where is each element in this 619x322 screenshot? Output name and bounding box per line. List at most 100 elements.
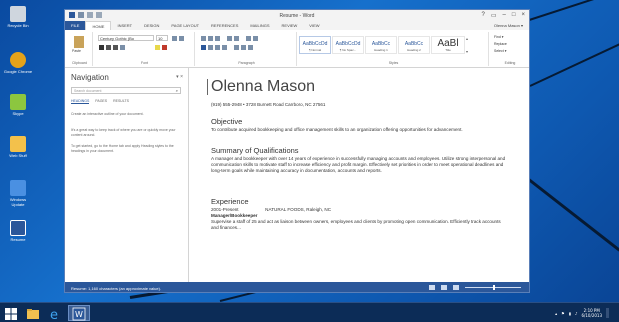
tab-insert[interactable]: INSERT bbox=[111, 21, 138, 30]
borders-icon[interactable] bbox=[248, 45, 253, 50]
navigation-help-text: Create an interactive outline of your do… bbox=[71, 112, 144, 116]
style-normal[interactable]: AaBbCcDd ¶ Normal bbox=[299, 36, 331, 54]
name-accent-bar bbox=[207, 79, 208, 95]
decrease-indent-icon[interactable] bbox=[227, 36, 232, 41]
italic-icon[interactable] bbox=[106, 45, 111, 50]
volume-icon[interactable]: ♪ bbox=[575, 311, 578, 316]
tab-file[interactable]: FILE bbox=[65, 21, 86, 30]
print-layout-icon[interactable] bbox=[441, 285, 447, 290]
user-account[interactable]: Olenna Mason ▾ bbox=[494, 23, 529, 28]
recycle-bin-icon bbox=[10, 6, 26, 22]
align-right-icon[interactable] bbox=[215, 45, 220, 50]
style-title[interactable]: AaBl Title bbox=[431, 36, 465, 54]
show-formatting-icon[interactable] bbox=[253, 36, 258, 41]
multilevel-list-icon[interactable] bbox=[215, 36, 220, 41]
tab-home[interactable]: HOME bbox=[85, 21, 112, 30]
help-button[interactable]: ? bbox=[482, 12, 485, 19]
desktop-icon-windows-update[interactable]: Windows Update bbox=[3, 180, 33, 207]
tab-pages[interactable]: PAGES bbox=[95, 99, 107, 104]
taskbar-internet-explorer[interactable]: e bbox=[48, 306, 62, 322]
justify-icon[interactable] bbox=[222, 45, 227, 50]
desktop-icon-label: Web Stuff bbox=[9, 153, 27, 158]
close-button[interactable]: × bbox=[521, 12, 525, 19]
read-mode-icon[interactable] bbox=[429, 285, 435, 290]
align-center-icon[interactable] bbox=[208, 45, 213, 50]
clock[interactable]: 2:10 PM 6/10/2013 bbox=[581, 308, 602, 318]
maximize-button[interactable]: □ bbox=[512, 12, 516, 19]
tab-page-layout[interactable]: PAGE LAYOUT bbox=[165, 21, 205, 30]
styles-scroll[interactable]: ▴ ▾ bbox=[466, 36, 474, 54]
ribbon-display-button[interactable]: ▭ bbox=[491, 12, 497, 19]
group-label: Editing bbox=[504, 61, 516, 65]
document-page[interactable]: Olenna Mason (919) 555-2948 • 3728 Burne… bbox=[199, 68, 529, 282]
select-button[interactable]: Select ▾ bbox=[494, 49, 506, 53]
shading-icon[interactable] bbox=[241, 45, 246, 50]
paste-icon[interactable] bbox=[74, 36, 84, 48]
desktop: Recycle Bin Google Chrome Skype Web Stuf… bbox=[0, 0, 619, 302]
chevron-up-icon[interactable]: ▴ bbox=[466, 36, 474, 41]
tab-references[interactable]: REFERENCES bbox=[205, 21, 244, 30]
window-controls: ? ▭ – □ × bbox=[482, 12, 526, 19]
navigation-search-input[interactable]: Search document ⌕ bbox=[71, 87, 181, 94]
paste-label[interactable]: Paste bbox=[72, 49, 81, 53]
close-icon[interactable]: ▾ × bbox=[176, 74, 183, 80]
tab-mailings[interactable]: MAILINGS bbox=[244, 21, 275, 30]
highlight-icon[interactable] bbox=[155, 45, 160, 50]
web-layout-icon[interactable] bbox=[453, 285, 459, 290]
desktop-icon-resume[interactable]: Resume bbox=[3, 220, 33, 242]
title-bar: Resume - Word ? ▭ – □ × bbox=[65, 10, 529, 21]
increase-indent-icon[interactable] bbox=[234, 36, 239, 41]
style-heading-2[interactable]: AaBbCc Heading 2 bbox=[398, 36, 430, 54]
group-label: Styles bbox=[388, 61, 399, 65]
start-button[interactable] bbox=[4, 306, 18, 320]
desktop-icon-chrome[interactable]: Google Chrome bbox=[3, 52, 33, 74]
experience-text: Supervise a staff of 25 and act as liais… bbox=[211, 219, 501, 230]
font-color-icon[interactable] bbox=[162, 45, 167, 50]
zoom-slider-thumb[interactable] bbox=[493, 285, 495, 290]
replace-button[interactable]: Replace bbox=[494, 42, 507, 46]
taskbar-file-explorer[interactable] bbox=[26, 306, 40, 320]
tab-results[interactable]: RESULTS bbox=[113, 99, 129, 104]
minimize-button[interactable]: – bbox=[503, 12, 506, 19]
style-no-spacing[interactable]: AaBbCcDd ¶ No Spac... bbox=[332, 36, 364, 54]
tab-view[interactable]: VIEW bbox=[303, 21, 325, 30]
navigation-title: Navigation bbox=[71, 73, 109, 82]
bullets-icon[interactable] bbox=[201, 36, 206, 41]
ribbon: Paste Clipboard Century Gothic (Bo 10 Fo… bbox=[65, 30, 529, 68]
shrink-font-icon[interactable] bbox=[179, 36, 184, 41]
bold-icon[interactable] bbox=[99, 45, 104, 50]
chevron-down-icon[interactable]: ▾ bbox=[466, 49, 474, 54]
numbering-icon[interactable] bbox=[208, 36, 213, 41]
network-icon[interactable]: ▮ bbox=[569, 311, 571, 316]
objective-text: To contribute acquired bookkeeping and o… bbox=[211, 127, 463, 132]
grow-font-icon[interactable] bbox=[172, 36, 177, 41]
font-size-select[interactable]: 10 bbox=[156, 35, 168, 41]
strikethrough-icon[interactable] bbox=[120, 45, 125, 50]
desktop-icon-skype[interactable]: Skype bbox=[3, 94, 33, 116]
tab-review[interactable]: REVIEW bbox=[276, 21, 304, 30]
taskbar-word[interactable]: W bbox=[68, 305, 90, 321]
chevron-up-icon[interactable]: ▴ bbox=[555, 311, 557, 316]
flag-icon[interactable]: ⚑ bbox=[561, 311, 565, 316]
tab-headings[interactable]: HEADINGS bbox=[71, 99, 90, 104]
show-desktop-button[interactable] bbox=[606, 308, 609, 318]
status-text: Resume: 1,160 characters (an approximate… bbox=[71, 286, 162, 291]
zoom-slider[interactable] bbox=[465, 285, 521, 290]
style-sample: AaBl bbox=[437, 38, 459, 49]
sort-icon[interactable] bbox=[246, 36, 251, 41]
find-button[interactable]: Find ▾ bbox=[494, 35, 504, 39]
document-area[interactable]: Olenna Mason (919) 555-2948 • 3728 Burne… bbox=[189, 68, 529, 282]
navigation-pane: Navigation ▾ × Search document ⌕ HEADING… bbox=[65, 68, 189, 282]
resume-name: Olenna Mason bbox=[211, 78, 316, 95]
desktop-icon-recycle-bin[interactable]: Recycle Bin bbox=[3, 6, 33, 28]
tab-design[interactable]: DESIGN bbox=[138, 21, 165, 30]
underline-icon[interactable] bbox=[113, 45, 118, 50]
line-spacing-icon[interactable] bbox=[234, 45, 239, 50]
desktop-icon-web-stuff[interactable]: Web Stuff bbox=[3, 136, 33, 158]
view-buttons bbox=[429, 285, 459, 290]
style-heading-1[interactable]: AaBbCc Heading 1 bbox=[365, 36, 397, 54]
search-icon[interactable]: ⌕ bbox=[176, 88, 178, 94]
align-left-icon[interactable] bbox=[201, 45, 206, 50]
group-label: Clipboard bbox=[72, 61, 87, 65]
font-name-select[interactable]: Century Gothic (Bo bbox=[98, 35, 154, 41]
